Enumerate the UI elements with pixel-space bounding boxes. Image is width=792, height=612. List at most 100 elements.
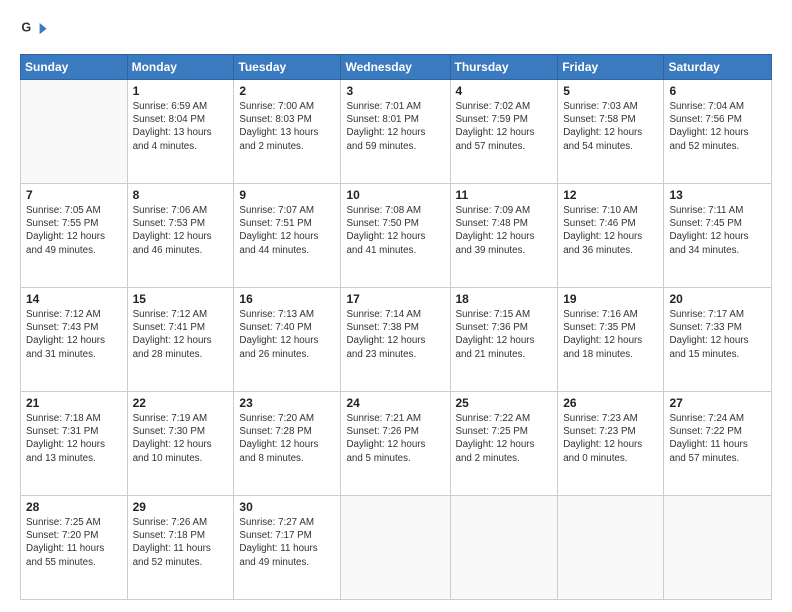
- calendar-week-row: 7 Sunrise: 7:05 AMSunset: 7:55 PMDaylight…: [21, 184, 772, 288]
- calendar-cell: 18 Sunrise: 7:15 AMSunset: 7:36 PMDayligh…: [450, 288, 558, 392]
- cell-date-number: 13: [669, 188, 766, 202]
- calendar-cell: [664, 496, 772, 600]
- cell-info-text: Sunrise: 7:19 AMSunset: 7:30 PMDaylight:…: [133, 412, 229, 465]
- cell-info-text: Sunrise: 7:27 AMSunset: 7:17 PMDaylight:…: [239, 516, 335, 569]
- calendar-cell: 25 Sunrise: 7:22 AMSunset: 7:25 PMDayligh…: [450, 392, 558, 496]
- calendar-cell: 27 Sunrise: 7:24 AMSunset: 7:22 PMDayligh…: [664, 392, 772, 496]
- cell-info-text: Sunrise: 7:12 AMSunset: 7:41 PMDaylight:…: [133, 308, 229, 361]
- cell-date-number: 26: [563, 396, 658, 410]
- header: G: [20, 16, 772, 44]
- cell-date-number: 29: [133, 500, 229, 514]
- calendar-cell: 22Sunrise: 7:19 AMSunset: 7:30 PMDayligh…: [127, 392, 234, 496]
- cell-info-text: Sunrise: 7:01 AMSunset: 8:01 PMDaylight:…: [346, 100, 444, 153]
- calendar-cell: 1Sunrise: 6:59 AMSunset: 8:04 PMDaylight…: [127, 80, 234, 184]
- cell-info-text: Sunrise: 7:26 AMSunset: 7:18 PMDaylight:…: [133, 516, 229, 569]
- calendar-cell: 7 Sunrise: 7:05 AMSunset: 7:55 PMDaylight…: [21, 184, 128, 288]
- cell-info-text: Sunrise: 7:10 AMSunset: 7:46 PMDaylight:…: [563, 204, 658, 257]
- weekday-header-wednesday: Wednesday: [341, 55, 450, 80]
- calendar-cell: 20Sunrise: 7:17 AMSunset: 7:33 PMDayligh…: [664, 288, 772, 392]
- cell-date-number: 2: [239, 84, 335, 98]
- calendar-cell: 14 Sunrise: 7:12 AMSunset: 7:43 PMDayligh…: [21, 288, 128, 392]
- cell-info-text: Sunrise: 7:04 AMSunset: 7:56 PMDaylight:…: [669, 100, 766, 153]
- cell-date-number: 10: [346, 188, 444, 202]
- cell-date-number: 21: [26, 396, 122, 410]
- cell-info-text: Sunrise: 7:12 AMSunset: 7:43 PMDaylight:…: [26, 308, 122, 361]
- calendar-cell: [558, 496, 664, 600]
- calendar-cell: 8 Sunrise: 7:06 AMSunset: 7:53 PMDaylight…: [127, 184, 234, 288]
- cell-info-text: Sunrise: 7:05 AMSunset: 7:55 PMDaylight:…: [26, 204, 122, 257]
- cell-date-number: 11: [456, 188, 553, 202]
- weekday-header-tuesday: Tuesday: [234, 55, 341, 80]
- calendar-cell: 13 Sunrise: 7:11 AMSunset: 7:45 PMDayligh…: [664, 184, 772, 288]
- cell-date-number: 15: [133, 292, 229, 306]
- weekday-header-thursday: Thursday: [450, 55, 558, 80]
- calendar-cell: 10 Sunrise: 7:08 AMSunset: 7:50 PMDayligh…: [341, 184, 450, 288]
- cell-date-number: 30: [239, 500, 335, 514]
- weekday-header-sunday: Sunday: [21, 55, 128, 80]
- cell-date-number: 24: [346, 396, 444, 410]
- weekday-header-friday: Friday: [558, 55, 664, 80]
- logo: G: [20, 16, 52, 44]
- calendar-header: SundayMondayTuesdayWednesdayThursdayFrid…: [21, 55, 772, 80]
- page: G SundayMondayTuesdayWednesdayThursdayFr…: [0, 0, 792, 612]
- cell-info-text: Sunrise: 7:06 AMSunset: 7:53 PMDaylight:…: [133, 204, 229, 257]
- cell-date-number: 4: [456, 84, 553, 98]
- calendar-week-row: 1Sunrise: 6:59 AMSunset: 8:04 PMDaylight…: [21, 80, 772, 184]
- cell-date-number: 17: [346, 292, 444, 306]
- weekday-header-saturday: Saturday: [664, 55, 772, 80]
- cell-date-number: 8: [133, 188, 229, 202]
- cell-info-text: Sunrise: 7:14 AMSunset: 7:38 PMDaylight:…: [346, 308, 444, 361]
- cell-info-text: Sunrise: 7:23 AMSunset: 7:23 PMDaylight:…: [563, 412, 658, 465]
- cell-date-number: 9: [239, 188, 335, 202]
- cell-info-text: Sunrise: 7:17 AMSunset: 7:33 PMDaylight:…: [669, 308, 766, 361]
- cell-info-text: Sunrise: 7:13 AMSunset: 7:40 PMDaylight:…: [239, 308, 335, 361]
- cell-date-number: 14: [26, 292, 122, 306]
- cell-info-text: Sunrise: 7:02 AMSunset: 7:59 PMDaylight:…: [456, 100, 553, 153]
- cell-date-number: 18: [456, 292, 553, 306]
- cell-date-number: 6: [669, 84, 766, 98]
- cell-info-text: Sunrise: 7:21 AMSunset: 7:26 PMDaylight:…: [346, 412, 444, 465]
- calendar-cell: 30 Sunrise: 7:27 AMSunset: 7:17 PMDayligh…: [234, 496, 341, 600]
- calendar-cell: 6 Sunrise: 7:04 AMSunset: 7:56 PMDaylight…: [664, 80, 772, 184]
- cell-info-text: Sunrise: 7:20 AMSunset: 7:28 PMDaylight:…: [239, 412, 335, 465]
- calendar-body: 1Sunrise: 6:59 AMSunset: 8:04 PMDaylight…: [21, 80, 772, 600]
- calendar-week-row: 21 Sunrise: 7:18 AMSunset: 7:31 PMDayligh…: [21, 392, 772, 496]
- cell-date-number: 5: [563, 84, 658, 98]
- cell-date-number: 27: [669, 396, 766, 410]
- cell-date-number: 16: [239, 292, 335, 306]
- cell-date-number: 7: [26, 188, 122, 202]
- cell-info-text: Sunrise: 7:24 AMSunset: 7:22 PMDaylight:…: [669, 412, 766, 465]
- cell-info-text: Sunrise: 7:25 AMSunset: 7:20 PMDaylight:…: [26, 516, 122, 569]
- calendar-cell: [341, 496, 450, 600]
- cell-info-text: Sunrise: 7:15 AMSunset: 7:36 PMDaylight:…: [456, 308, 553, 361]
- logo-icon: G: [20, 16, 48, 44]
- calendar-cell: 15 Sunrise: 7:12 AMSunset: 7:41 PMDayligh…: [127, 288, 234, 392]
- calendar-cell: [450, 496, 558, 600]
- cell-date-number: 28: [26, 500, 122, 514]
- cell-info-text: Sunrise: 7:09 AMSunset: 7:48 PMDaylight:…: [456, 204, 553, 257]
- calendar-cell: 11 Sunrise: 7:09 AMSunset: 7:48 PMDayligh…: [450, 184, 558, 288]
- weekday-header-monday: Monday: [127, 55, 234, 80]
- calendar-cell: 5 Sunrise: 7:03 AMSunset: 7:58 PMDaylight…: [558, 80, 664, 184]
- cell-info-text: Sunrise: 7:03 AMSunset: 7:58 PMDaylight:…: [563, 100, 658, 153]
- calendar-cell: 23Sunrise: 7:20 AMSunset: 7:28 PMDayligh…: [234, 392, 341, 496]
- calendar-cell: 21 Sunrise: 7:18 AMSunset: 7:31 PMDayligh…: [21, 392, 128, 496]
- calendar-cell: 2 Sunrise: 7:00 AMSunset: 8:03 PMDaylight…: [234, 80, 341, 184]
- calendar-cell: 19Sunrise: 7:16 AMSunset: 7:35 PMDayligh…: [558, 288, 664, 392]
- calendar-cell: 3 Sunrise: 7:01 AMSunset: 8:01 PMDaylight…: [341, 80, 450, 184]
- cell-info-text: Sunrise: 7:16 AMSunset: 7:35 PMDaylight:…: [563, 308, 658, 361]
- cell-info-text: Sunrise: 7:18 AMSunset: 7:31 PMDaylight:…: [26, 412, 122, 465]
- calendar-week-row: 28 Sunrise: 7:25 AMSunset: 7:20 PMDayligh…: [21, 496, 772, 600]
- cell-info-text: Sunrise: 7:22 AMSunset: 7:25 PMDaylight:…: [456, 412, 553, 465]
- calendar-cell: 9 Sunrise: 7:07 AMSunset: 7:51 PMDaylight…: [234, 184, 341, 288]
- calendar-cell: 26 Sunrise: 7:23 AMSunset: 7:23 PMDayligh…: [558, 392, 664, 496]
- cell-info-text: Sunrise: 7:11 AMSunset: 7:45 PMDaylight:…: [669, 204, 766, 257]
- weekday-row: SundayMondayTuesdayWednesdayThursdayFrid…: [21, 55, 772, 80]
- cell-info-text: Sunrise: 7:00 AMSunset: 8:03 PMDaylight:…: [239, 100, 335, 153]
- cell-date-number: 3: [346, 84, 444, 98]
- cell-date-number: 1: [133, 84, 229, 98]
- cell-date-number: 25: [456, 396, 553, 410]
- cell-info-text: Sunrise: 7:08 AMSunset: 7:50 PMDaylight:…: [346, 204, 444, 257]
- cell-info-text: Sunrise: 7:07 AMSunset: 7:51 PMDaylight:…: [239, 204, 335, 257]
- calendar-cell: 12Sunrise: 7:10 AMSunset: 7:46 PMDayligh…: [558, 184, 664, 288]
